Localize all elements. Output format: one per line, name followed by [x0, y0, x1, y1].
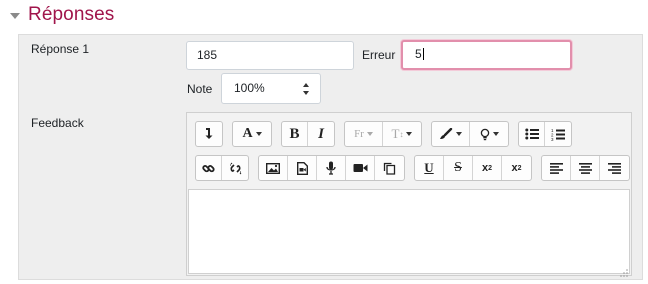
italic-glyph: I	[318, 125, 324, 142]
align-right-icon[interactable]	[600, 156, 629, 180]
dropdown-caret-icon	[492, 132, 499, 136]
underline-icon[interactable]: U	[415, 156, 444, 180]
feedback-editor: A B I Fr T ↕ 123 U S x 2 x 2	[186, 112, 632, 277]
highlight-brush-icon[interactable]	[432, 122, 470, 146]
align-center-icon[interactable]	[571, 156, 600, 180]
toolbar-group-style: B I	[281, 121, 335, 147]
align-left-icon[interactable]	[542, 156, 571, 180]
text-cursor	[422, 48, 424, 60]
toolbar-group-undo	[195, 121, 223, 147]
toolbar-group-links	[195, 155, 249, 181]
toolbar-group-highlight	[431, 121, 509, 147]
dropdown-caret-icon	[255, 132, 262, 136]
font-color-icon[interactable]: A	[233, 122, 271, 146]
toolbar-group-align	[541, 155, 630, 181]
toolbar-group-font-color: A	[232, 121, 272, 147]
toolbar-group-format: U S x2 x2	[414, 155, 532, 181]
error-input-value: 5	[415, 47, 422, 61]
toolbar-row-2: U S x2 x2	[195, 155, 639, 183]
superscript-icon[interactable]: x2	[502, 156, 531, 180]
bold-glyph: B	[289, 125, 300, 142]
svg-text:3: 3	[551, 137, 554, 141]
copy-icon[interactable]	[375, 156, 404, 180]
font-size-glyph: T	[391, 126, 400, 141]
grade-select-value: 100%	[234, 81, 265, 95]
toolbar-group-font: Fr T ↕	[344, 121, 422, 147]
select-arrows-icon	[303, 83, 310, 95]
numbered-list-icon[interactable]: 123	[545, 122, 571, 146]
grade-select[interactable]: 100%	[221, 73, 321, 104]
dropdown-caret-icon	[456, 132, 462, 136]
error-input[interactable]: 5	[401, 40, 572, 70]
answer-input[interactable]: 185	[186, 41, 354, 70]
media-icon[interactable]	[288, 156, 317, 180]
answer-label: Réponse 1	[31, 42, 90, 56]
font-size-icon[interactable]: T ↕	[383, 122, 421, 146]
strikethrough-glyph: S	[454, 160, 462, 175]
font-family-glyph: Fr	[354, 128, 364, 140]
link-icon[interactable]	[196, 156, 222, 180]
feedback-label: Feedback	[31, 116, 84, 130]
font-color-glyph: A	[242, 126, 253, 141]
collapse-caret-icon[interactable]	[10, 12, 20, 19]
underline-glyph: U	[424, 160, 434, 175]
error-label: Erreur	[362, 48, 396, 62]
grade-label: Note	[187, 82, 213, 96]
strikethrough-icon[interactable]: S	[444, 156, 473, 180]
editor-content-area[interactable]	[188, 189, 630, 274]
dropdown-caret-icon	[406, 132, 413, 136]
subscript-icon[interactable]: x2	[473, 156, 502, 180]
undo-arrow-icon[interactable]	[196, 122, 222, 146]
dropdown-caret-icon	[366, 132, 373, 136]
image-icon[interactable]	[259, 156, 288, 180]
microphone-icon[interactable]	[317, 156, 346, 180]
italic-icon[interactable]: I	[308, 122, 334, 146]
toolbar-row-1: A B I Fr T ↕ 123	[195, 121, 581, 149]
font-family-icon[interactable]: Fr	[345, 122, 383, 146]
unlink-icon[interactable]	[222, 156, 248, 180]
section-title: Réponses	[28, 4, 115, 25]
toolbar-group-media	[258, 155, 405, 181]
section-header[interactable]: Réponses	[10, 4, 114, 26]
lightbulb-icon[interactable]	[470, 122, 508, 146]
video-camera-icon[interactable]	[346, 156, 375, 180]
toolbar-group-lists: 123	[518, 121, 572, 147]
resize-grip-icon[interactable]	[620, 264, 628, 277]
bullet-list-icon[interactable]	[519, 122, 545, 146]
bold-icon[interactable]: B	[282, 122, 308, 146]
